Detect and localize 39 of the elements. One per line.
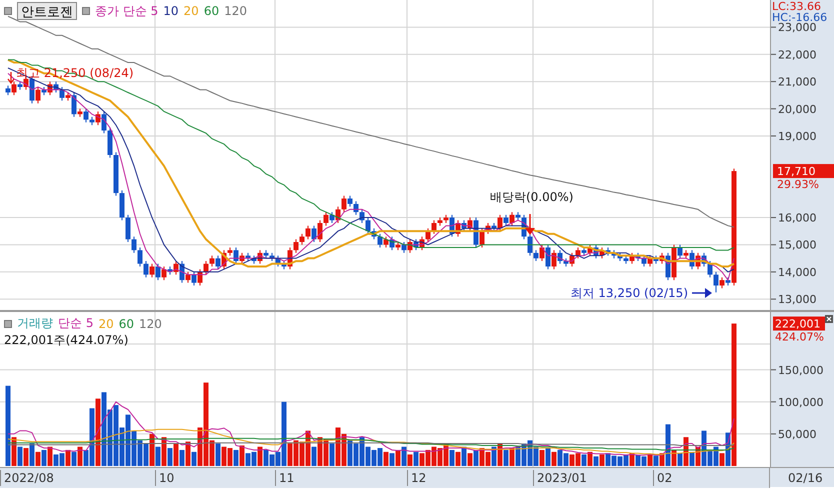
lc-value: LC:33.66 bbox=[772, 0, 822, 13]
price-tick-label: 23,000 bbox=[778, 21, 816, 34]
volume-tick-label: 50,000 bbox=[778, 428, 816, 441]
legend-label: 10 bbox=[163, 4, 179, 18]
price-tick-label: 14,000 bbox=[778, 266, 816, 279]
legend-label: 20 bbox=[98, 316, 114, 330]
legend-label: 20 bbox=[184, 4, 199, 18]
volume-tick-label: 100,000 bbox=[778, 396, 824, 409]
price-tick-label: 21,000 bbox=[778, 76, 816, 89]
current-volume-badge: 222,001 bbox=[773, 316, 825, 331]
price-tick-label: 13,000 bbox=[778, 293, 816, 306]
current-price-badge: 17,710 bbox=[773, 164, 834, 178]
legend-label: 120 bbox=[224, 4, 248, 18]
volume-tick-label: 150,000 bbox=[778, 364, 824, 377]
price-tick-label: 20,000 bbox=[778, 102, 816, 116]
legend-label: 단순 5 bbox=[58, 315, 94, 332]
price-tick-label: 22,000 bbox=[778, 48, 816, 62]
date-label: 2022/08 bbox=[0, 470, 54, 486]
low-price-marker: 최저 13,250 (02/15) bbox=[570, 286, 688, 300]
change-percent: 29.93% bbox=[777, 178, 819, 192]
legend-label: 120 bbox=[139, 316, 162, 330]
date-label: 10 bbox=[155, 470, 174, 486]
volume-summary: 222,001주(424.07%) bbox=[4, 332, 130, 349]
last-date-label: 02/16 bbox=[770, 467, 834, 487]
change-percent: 424.07% bbox=[775, 330, 824, 344]
legend-label: 60 bbox=[204, 4, 220, 18]
price-tick-label: 19,000 bbox=[778, 130, 816, 143]
date-label: 12 bbox=[407, 470, 426, 486]
hc-value: HC:-16.66 bbox=[772, 11, 828, 24]
legend-label: 60 bbox=[118, 316, 134, 330]
date-label: 02 bbox=[653, 470, 672, 486]
legend-label: 거래량 bbox=[17, 315, 53, 332]
date-label: 2023/01 bbox=[533, 470, 587, 486]
price-tick-label: 15,000 bbox=[778, 238, 816, 252]
date-label: 11 bbox=[275, 470, 294, 486]
dividend-marker: 배당락(0.00%) bbox=[490, 190, 574, 204]
legend-label: 종가 단순 5 bbox=[95, 2, 158, 20]
stock-name-button[interactable]: 안트로젠 bbox=[17, 2, 77, 20]
price-tick-label: 16,000 bbox=[778, 212, 816, 225]
